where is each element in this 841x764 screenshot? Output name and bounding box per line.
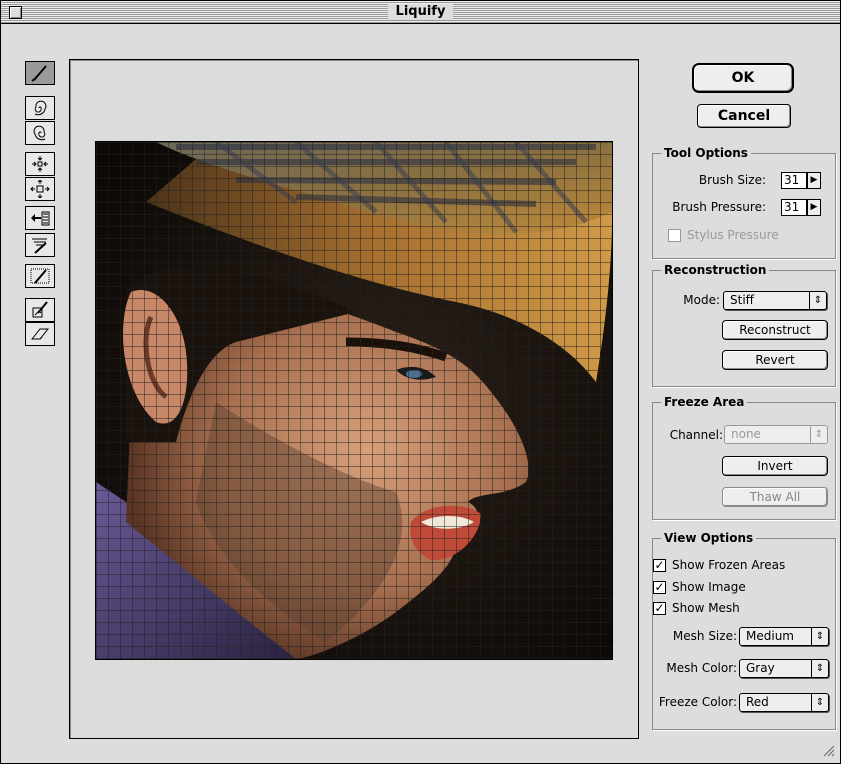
freeze-color-label: Freeze Color: <box>658 695 737 709</box>
popup-arrows-icon: ⇕ <box>810 426 827 443</box>
freeze-color-value: Red <box>746 695 769 709</box>
freeze-brush-icon <box>32 301 48 318</box>
reconstruct-button[interactable]: Reconstruct <box>722 320 828 340</box>
brush-pressure-slider-button[interactable]: ▶ <box>807 199 821 216</box>
mesh-size-popup[interactable]: Medium ⇕ <box>739 627 829 646</box>
show-image-checkbox[interactable]: ✓ <box>653 581 666 594</box>
brush-size-field[interactable]: 31 <box>781 172 807 189</box>
twirl-counterclockwise-icon <box>33 125 46 141</box>
bloat-icon <box>30 180 50 198</box>
mesh-size-label: Mesh Size: <box>672 629 737 643</box>
window-title: Liquify <box>387 4 454 20</box>
mode-popup[interactable]: Stiff ⇕ <box>723 291 827 310</box>
popup-arrows-icon: ⇕ <box>809 292 826 309</box>
ok-button[interactable]: OK <box>692 63 794 93</box>
twirl-clockwise-icon <box>34 100 47 116</box>
reconstruct-tool-button[interactable] <box>25 264 55 288</box>
warp-brush-icon <box>31 65 47 82</box>
popup-arrows-icon: ⇕ <box>811 628 828 645</box>
thaw-all-button[interactable]: Thaw All <box>722 487 828 507</box>
resize-grip-icon[interactable] <box>819 741 835 757</box>
mesh-size-value: Medium <box>746 629 794 643</box>
show-mesh-label: Show Mesh <box>672 601 740 615</box>
pucker-tool-button[interactable] <box>25 152 55 176</box>
reconstruction-title: Reconstruction <box>661 262 770 278</box>
invert-button[interactable]: Invert <box>722 456 828 476</box>
reflection-icon <box>32 238 47 254</box>
mode-value: Stiff <box>730 293 754 307</box>
stylus-pressure-checkbox[interactable] <box>668 229 681 242</box>
twirl-clockwise-tool-button[interactable] <box>25 96 55 120</box>
channel-label: Channel: <box>669 428 723 442</box>
close-box[interactable] <box>9 6 22 19</box>
shift-pixels-icon <box>31 211 50 226</box>
mesh-color-popup[interactable]: Gray ⇕ <box>739 659 829 678</box>
view-options-title: View Options <box>661 530 757 546</box>
twirl-counterclockwise-tool-button[interactable] <box>25 121 55 145</box>
show-image-label: Show Image <box>672 580 746 594</box>
freeze-color-popup[interactable]: Red ⇕ <box>739 693 829 712</box>
thaw-tool-button[interactable] <box>25 322 55 346</box>
liquify-dialog: Liquify OK Cancel Tool Options Brush Siz… <box>0 0 841 764</box>
shift-pixels-tool-button[interactable] <box>25 206 55 230</box>
portrait-photo <box>96 142 612 659</box>
popup-arrows-icon: ⇕ <box>811 694 828 711</box>
bloat-tool-button[interactable] <box>25 177 55 201</box>
brush-pressure-label: Brush Pressure: <box>672 200 766 214</box>
eraser-icon <box>30 328 50 340</box>
channel-popup[interactable]: none ⇕ <box>724 425 828 444</box>
reconstruct-icon <box>30 268 50 284</box>
freeze-area-title: Freeze Area <box>661 394 748 410</box>
mesh-color-value: Gray <box>746 661 775 675</box>
show-frozen-areas-label: Show Frozen Areas <box>672 558 786 572</box>
revert-button[interactable]: Revert <box>722 350 828 370</box>
freeze-tool-button[interactable] <box>25 298 55 322</box>
show-mesh-checkbox[interactable]: ✓ <box>653 602 666 615</box>
stylus-pressure-label: Stylus Pressure <box>687 228 779 242</box>
reconstruction-group: Reconstruction Mode: Stiff ⇕ Reconstruct… <box>652 262 836 387</box>
preview-image[interactable] <box>95 141 613 660</box>
brush-pressure-field[interactable]: 31 <box>781 199 807 216</box>
brush-size-label: Brush Size: <box>698 173 766 187</box>
warp-tool-button[interactable] <box>25 61 55 85</box>
show-frozen-areas-checkbox[interactable]: ✓ <box>653 559 666 572</box>
freeze-area-group: Freeze Area Channel: none ⇕ Invert Thaw … <box>652 394 836 520</box>
channel-value: none <box>731 427 761 441</box>
view-options-group: View Options ✓ Show Frozen Areas ✓ Show … <box>652 530 836 730</box>
mesh-color-label: Mesh Color: <box>666 661 737 675</box>
cancel-button[interactable]: Cancel <box>697 104 791 128</box>
title-bar[interactable]: Liquify <box>1 1 840 24</box>
tool-options-title: Tool Options <box>661 145 751 161</box>
tool-options-group: Tool Options Brush Size: 31 ▶ Brush Pres… <box>652 145 836 259</box>
mode-label: Mode: <box>683 293 720 307</box>
pucker-icon <box>32 156 48 172</box>
brush-size-slider-button[interactable]: ▶ <box>807 172 821 189</box>
reflection-tool-button[interactable] <box>25 233 55 257</box>
popup-arrows-icon: ⇕ <box>811 660 828 677</box>
